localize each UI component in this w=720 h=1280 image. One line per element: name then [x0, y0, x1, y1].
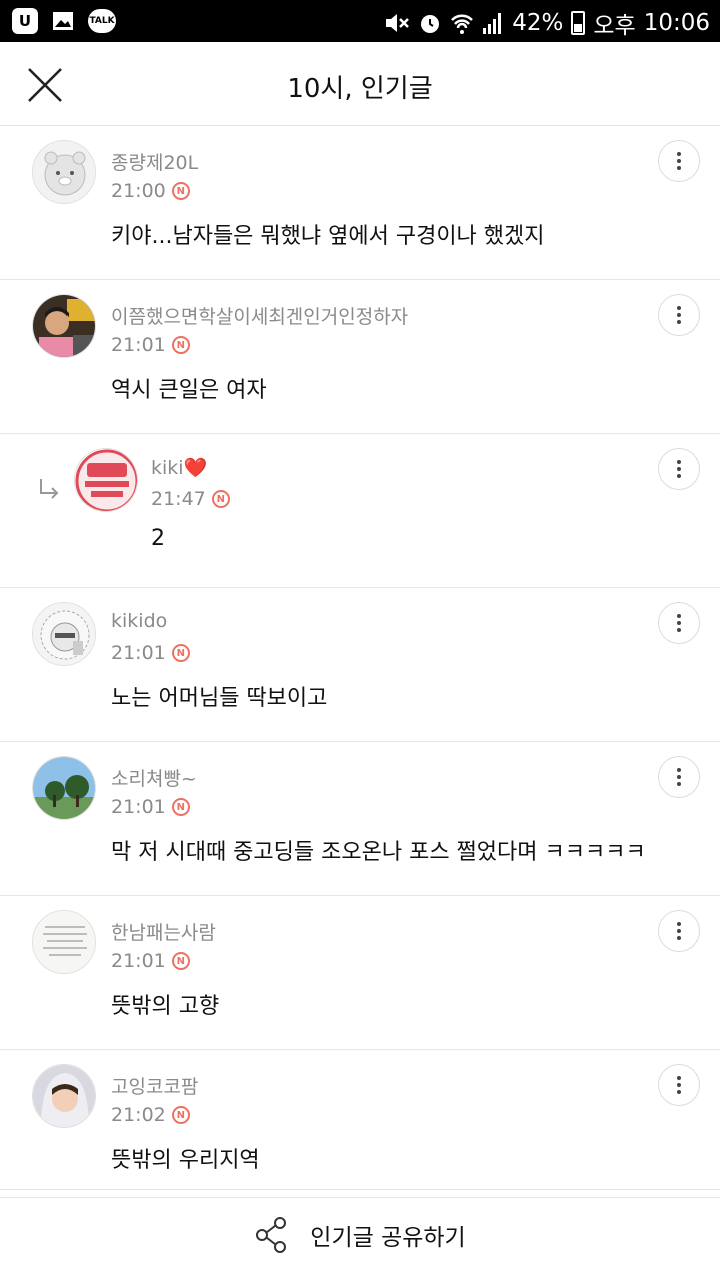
- avatar[interactable]: [32, 910, 96, 974]
- list-item: 고잉코코팜 21:02 N 뜻밖의 우리지역: [0, 1050, 720, 1198]
- comment-text: 막 저 시대때 중고딩들 조오온나 포스 쩔었다며 ㅋㅋㅋㅋㅋ: [111, 840, 646, 865]
- comment-nickname[interactable]: 이쯤했으면학살이세최겐인거인정하자: [111, 302, 408, 329]
- avatar[interactable]: [32, 294, 96, 358]
- comment-time: 21:01 N: [111, 334, 190, 356]
- comment-time: 21:01 N: [111, 642, 190, 664]
- comment-nickname[interactable]: kikido: [111, 610, 167, 632]
- new-badge: N: [211, 490, 230, 508]
- list-item: 한남패는사람 21:01 N 뜻밖의 고향: [0, 896, 720, 1050]
- comment-time-text: 21:00: [111, 180, 166, 202]
- comment-time-text: 21:02: [111, 1104, 166, 1126]
- comment-text: 키야...남자들은 뭐했냐 옆에서 구경이나 했겠지: [111, 224, 545, 249]
- more-options-button[interactable]: [658, 756, 700, 798]
- new-badge: N: [171, 336, 190, 354]
- comment-time: 21:02 N: [111, 1104, 190, 1126]
- header: 10시, 인기글: [0, 42, 720, 126]
- battery-percent: 42%: [512, 10, 564, 36]
- list-item: 이쯤했으면학살이세최겐인거인정하자 21:01 N 역시 큰일은 여자: [0, 280, 720, 434]
- comment-text: 노는 어머님들 딱보이고: [111, 686, 328, 711]
- status-right: 42% 오후 10:06: [384, 6, 710, 40]
- more-options-button[interactable]: [658, 294, 700, 336]
- comment-time-text: 21:01: [111, 334, 166, 356]
- avatar[interactable]: [32, 756, 96, 820]
- more-options-button[interactable]: [658, 140, 700, 182]
- signal-icon: [483, 13, 502, 34]
- avatar[interactable]: [32, 1064, 96, 1128]
- comment-text: 2: [151, 526, 165, 551]
- new-badge: N: [171, 182, 190, 200]
- mute-icon: [386, 14, 410, 32]
- more-options-button[interactable]: [658, 1064, 700, 1106]
- list-item: 소리쳐빵~ 21:01 N 막 저 시대때 중고딩들 조오온나 포스 쩔었다며 ㅋ…: [0, 742, 720, 896]
- status-ampm: 오후: [593, 13, 636, 39]
- new-badge: N: [171, 1106, 190, 1124]
- comment-time-text: 21:01: [111, 642, 166, 664]
- wifi-icon: [451, 14, 474, 34]
- avatar[interactable]: [74, 448, 138, 512]
- status-time: 10:06: [643, 10, 710, 36]
- comment-time-text: 21:47: [151, 488, 206, 510]
- comment-time: 21:01 N: [111, 796, 190, 818]
- comment-time: 21:01 N: [111, 950, 190, 972]
- list-item-reply: kiki❤️ 21:47 N 2: [0, 434, 720, 588]
- comment-time: 21:00 N: [111, 180, 190, 202]
- comment-nickname[interactable]: kiki❤️: [151, 456, 207, 479]
- avatar[interactable]: [32, 140, 96, 204]
- comment-time: 21:47 N: [151, 488, 230, 510]
- comment-time-text: 21:01: [111, 796, 166, 818]
- share-label: 인기글 공유하기: [310, 1225, 466, 1251]
- new-badge: N: [171, 952, 190, 970]
- avatar[interactable]: [32, 602, 96, 666]
- share-icon: [256, 1217, 287, 1253]
- status-left-icons: U TALK: [12, 8, 116, 34]
- kakaotalk-icon: TALK: [88, 9, 116, 33]
- comment-text: 뜻밖의 우리지역: [111, 1148, 260, 1173]
- comment-list: 종량제20L 21:00 N 키야...남자들은 뭐했냐 옆에서 구경이나 했겠지…: [0, 126, 720, 1198]
- list-item: 종량제20L 21:00 N 키야...남자들은 뭐했냐 옆에서 구경이나 했겠지: [0, 126, 720, 280]
- u-plus-icon: U: [12, 8, 38, 34]
- more-options-button[interactable]: [658, 602, 700, 644]
- battery-icon: [571, 11, 586, 35]
- list-item: kikido 21:01 N 노는 어머님들 딱보이고: [0, 588, 720, 742]
- comment-nickname[interactable]: 종량제20L: [111, 148, 198, 175]
- more-options-button[interactable]: [658, 910, 700, 952]
- gallery-icon: [50, 8, 76, 34]
- new-badge: N: [171, 798, 190, 816]
- new-badge: N: [171, 644, 190, 662]
- comment-time-text: 21:01: [111, 950, 166, 972]
- reply-arrow-icon: [40, 479, 59, 499]
- page-title: 10시, 인기글: [287, 74, 433, 104]
- share-button[interactable]: 인기글 공유하기: [0, 1189, 720, 1280]
- comment-text: 역시 큰일은 여자: [111, 378, 267, 403]
- alarm-icon: [421, 15, 440, 33]
- comment-text: 뜻밖의 고향: [111, 994, 220, 1019]
- more-options-button[interactable]: [658, 448, 700, 490]
- comment-nickname[interactable]: 소리쳐빵~: [111, 764, 197, 791]
- comment-nickname[interactable]: 고잉코코팜: [111, 1072, 198, 1099]
- comment-nickname[interactable]: 한남패는사람: [111, 918, 216, 945]
- status-bar: U TALK 42% 오후 10:06: [0, 0, 720, 42]
